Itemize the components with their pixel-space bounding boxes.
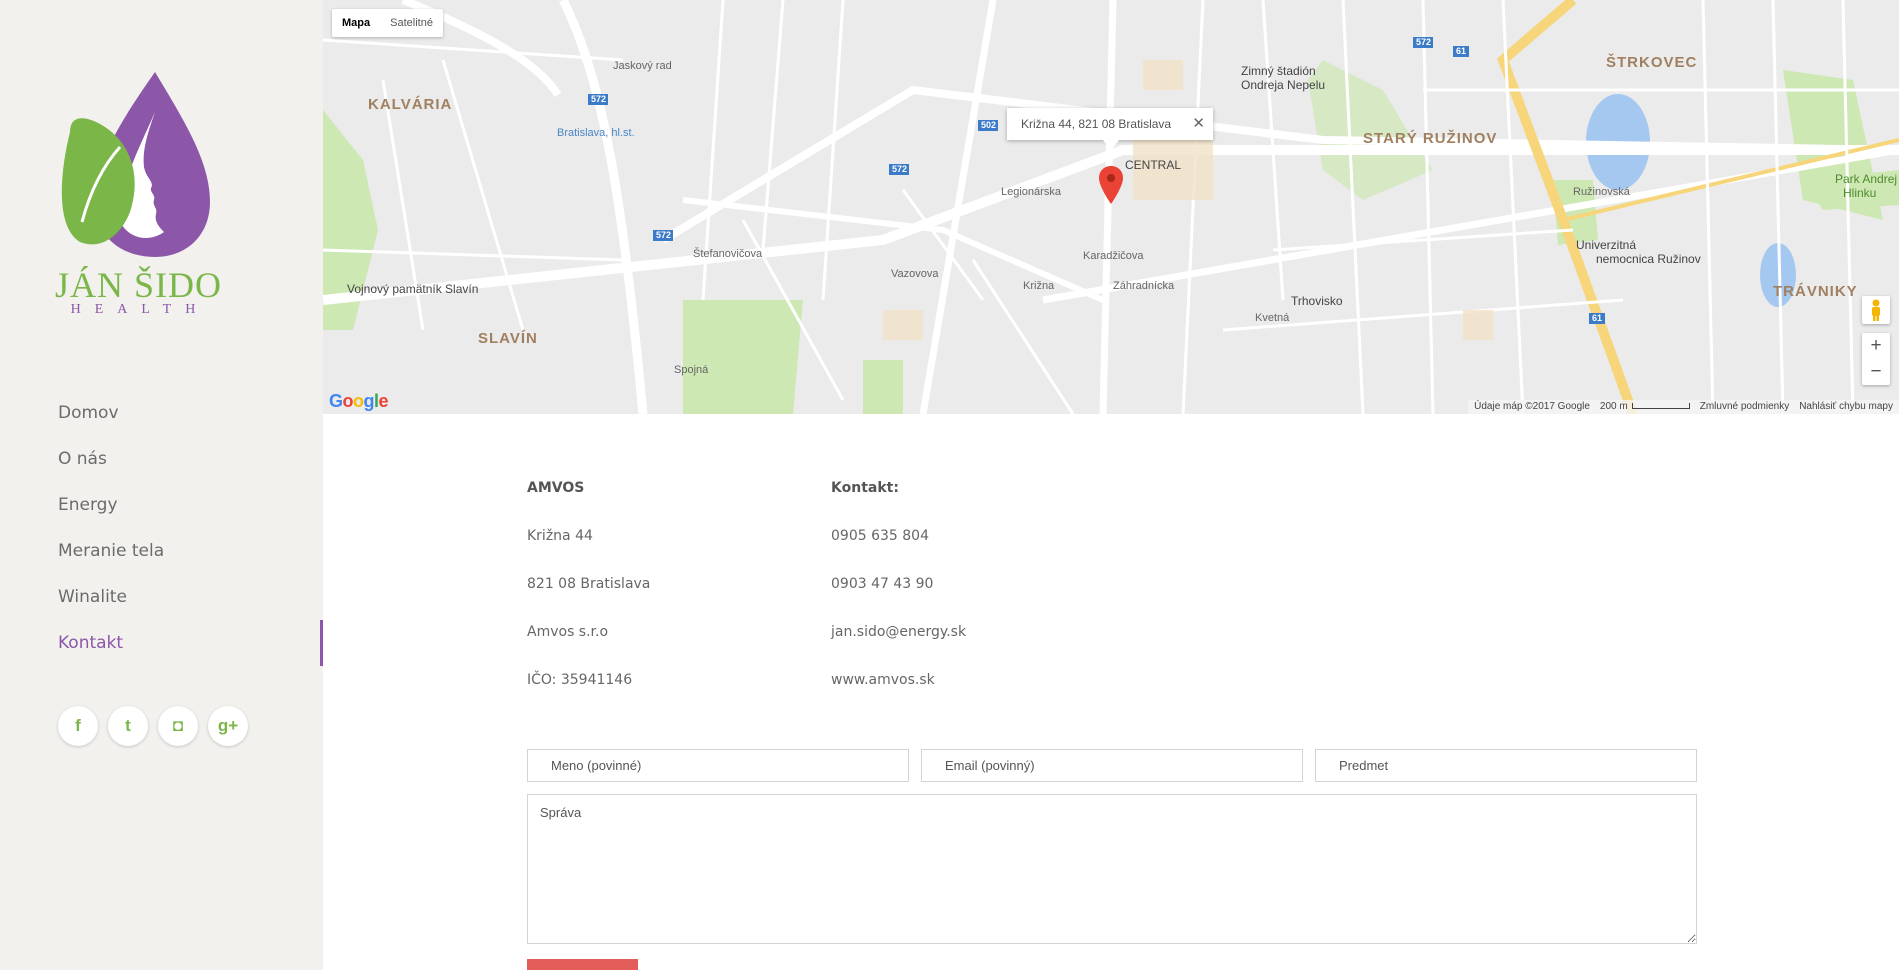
google-map[interactable]: Mapa Satelitné 572 572 572 502 572 61 61… (323, 0, 1899, 414)
map-label-poi: nemocnica Ružinov (1596, 252, 1701, 266)
info-window-address: Križna 44, 821 08 Bratislava (1021, 117, 1172, 131)
name-field[interactable] (527, 749, 909, 782)
close-icon[interactable]: ✕ (1192, 108, 1205, 140)
map-label-street: Križna (1023, 280, 1055, 292)
brand-tagline: HEALTH (70, 302, 210, 317)
google-logo[interactable]: Google (329, 391, 389, 412)
map-data-credit: Údaje máp ©2017 Google (1474, 401, 1590, 412)
map-label-street: Karadžičova (1083, 250, 1144, 262)
phone-1[interactable]: 0905 635 804 (831, 528, 1111, 576)
main-nav: Domov O nás Energy Meranie tela Winalite… (0, 390, 323, 666)
company-name: AMVOS (527, 480, 585, 496)
facebook-icon[interactable]: f (58, 706, 98, 746)
nav-item-energy[interactable]: Energy (0, 482, 323, 528)
road-shield: 572 (591, 94, 607, 104)
map-label-street: Spojná (674, 364, 709, 376)
email-link[interactable]: jan.sido@energy.sk (831, 624, 1111, 672)
company-street: Križna 44 (527, 528, 593, 544)
company-city: 821 08 Bratislava (527, 576, 651, 592)
street-view-pegman-icon[interactable] (1862, 296, 1890, 324)
map-label-district: TRÁVNIKY (1773, 283, 1858, 300)
nav-item-winalite[interactable]: Winalite (0, 574, 323, 620)
road-shield: 502 (981, 120, 997, 130)
map-label-poi: Park Andrej (1835, 172, 1898, 186)
map-label-poi: Zimný štadión (1241, 64, 1316, 78)
road-shield: 572 (1416, 37, 1432, 47)
nav-item-o-nas[interactable]: O nás (0, 436, 323, 482)
contact-column: Kontakt: 0905 635 804 0903 47 43 90 jan.… (831, 480, 1111, 720)
zoom-in-button[interactable]: + (1862, 333, 1890, 359)
map-label-district: KALVÁRIA (368, 96, 453, 113)
phone-2[interactable]: 0903 47 43 90 (831, 576, 1111, 624)
company-ico: IČO: 35941146 (527, 672, 633, 688)
instagram-icon[interactable]: ◘ (158, 706, 198, 746)
road-shield: 61 (1456, 46, 1467, 56)
scale-bar (1631, 403, 1690, 410)
map-label-poi: Hlinku (1843, 186, 1877, 200)
map-terms-link[interactable]: Zmluvné podmienky (1700, 400, 1789, 414)
scale-label: 200 m (1599, 401, 1628, 412)
map-label-district: STARÝ RUŽINOV (1363, 130, 1498, 147)
subject-field[interactable] (1315, 749, 1697, 782)
email-field[interactable] (921, 749, 1303, 782)
zoom-control: + − (1862, 333, 1890, 385)
leaf-face-logo-icon (61, 72, 210, 257)
map-label-street: Kvetná (1255, 312, 1290, 324)
map-marker-icon[interactable] (1099, 166, 1123, 206)
map-scale: 200 m (1600, 400, 1690, 414)
map-type-mapa[interactable]: Mapa (332, 9, 380, 37)
map-info-window: Križna 44, 821 08 Bratislava ✕ (1007, 108, 1213, 150)
map-type-satelitne[interactable]: Satelitné (380, 9, 443, 37)
map-label-street: Štefanovičova (693, 248, 763, 260)
map-label-district: ŠTRKOVEC (1606, 54, 1698, 71)
social-links: f t ◘ g+ (58, 706, 248, 746)
map-label-street: Jaskový rad (613, 60, 672, 72)
road-shield: 61 (1592, 313, 1603, 323)
nav-item-domov[interactable]: Domov (0, 390, 323, 436)
map-label-poi: Vojnový pamätník Slavín (347, 282, 479, 296)
submit-button[interactable] (527, 959, 638, 970)
map-label-poi: Ondreja Nepelu (1241, 78, 1326, 92)
road-shield: 572 (656, 230, 672, 240)
company-column: AMVOS Križna 44 821 08 Bratislava Amvos … (527, 480, 807, 720)
map-label-poi: Univerzitná (1576, 238, 1637, 252)
twitter-icon[interactable]: t (108, 706, 148, 746)
map-label-street: Záhradnícka (1113, 280, 1175, 292)
contact-heading: Kontakt: (831, 480, 899, 496)
brand-name: JÁN ŠIDO (55, 265, 223, 305)
road-shield: 572 (892, 164, 908, 174)
map-label-street: Ružinovská (1573, 186, 1630, 198)
map-label-poi: CENTRAL (1125, 158, 1182, 172)
website-link[interactable]: www.amvos.sk (831, 672, 1111, 720)
map-label-street: Vazovova (891, 268, 939, 280)
map-attribution: Údaje máp ©2017 Google 200 m Zmluvné pod… (1468, 400, 1899, 414)
map-label-station: Bratislava, hl.st. (557, 127, 635, 139)
zoom-out-button[interactable]: − (1862, 359, 1890, 385)
map-label-district: SLAVÍN (478, 330, 538, 347)
message-field[interactable] (527, 794, 1697, 944)
map-label-poi: Trhovisko (1291, 294, 1343, 308)
map-type-control: Mapa Satelitné (332, 9, 443, 37)
nav-item-kontakt[interactable]: Kontakt (0, 620, 323, 666)
sidebar: JÁN ŠIDO HEALTH Domov O nás Energy Meran… (0, 0, 323, 970)
map-report-link[interactable]: Nahlásiť chybu mapy (1799, 400, 1893, 414)
google-plus-icon[interactable]: g+ (208, 706, 248, 746)
nav-item-meranie-tela[interactable]: Meranie tela (0, 528, 323, 574)
company-legal-name: Amvos s.r.o (527, 624, 609, 640)
map-label-street: Legionárska (1001, 186, 1061, 198)
